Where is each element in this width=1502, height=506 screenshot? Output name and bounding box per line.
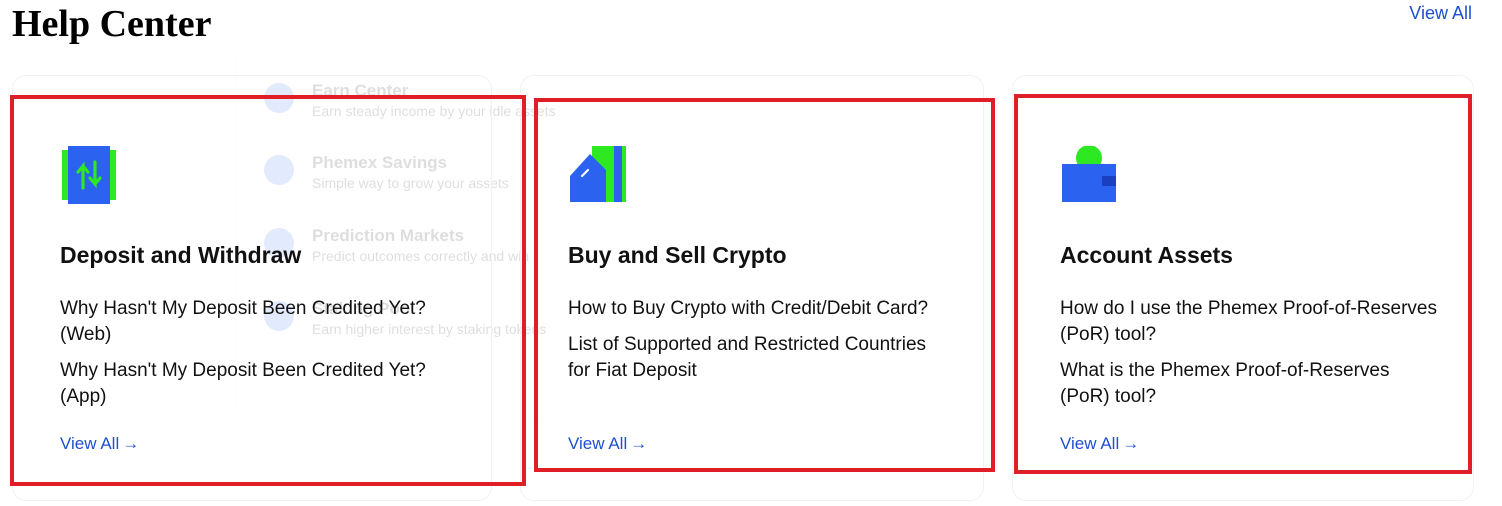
card-view-all-link[interactable]: View All → (568, 434, 647, 454)
card-title: Deposit and Withdraw (60, 242, 302, 268)
card-account-assets: Account Assets How do I use the Phemex P… (1012, 75, 1474, 501)
help-article-link[interactable]: List of Supported and Restricted Countri… (568, 332, 948, 384)
help-article-link[interactable]: How to Buy Crypto with Credit/Debit Card… (568, 296, 948, 322)
arrow-right-icon: → (122, 434, 140, 453)
card-title: Buy and Sell Crypto (568, 242, 787, 268)
card-buy-sell-crypto: Buy and Sell Crypto How to Buy Crypto wi… (520, 75, 984, 501)
help-article-link[interactable]: How do I use the Phemex Proof-of-Reserve… (1060, 296, 1440, 348)
help-article-link[interactable]: Why Hasn't My Deposit Been Credited Yet?… (60, 358, 440, 410)
card-view-all-link[interactable]: View All → (60, 434, 139, 454)
view-all-link[interactable]: View All (1409, 3, 1472, 24)
arrow-right-icon: → (1122, 434, 1140, 453)
view-all-label: View All (1060, 434, 1120, 453)
view-all-label: View All (568, 434, 628, 453)
card-title: Account Assets (1060, 242, 1233, 268)
card-deposit-withdraw: Deposit and Withdraw Why Hasn't My Depos… (12, 75, 492, 501)
arrow-right-icon: → (630, 434, 648, 453)
view-all-label: View All (60, 434, 120, 453)
transfer-arrows-icon (60, 146, 118, 204)
page-title: Help Center (12, 3, 212, 45)
wallet-coin-icon (1060, 145, 1118, 204)
card-view-all-link[interactable]: View All → (1060, 434, 1139, 454)
card-tag-icon (568, 146, 626, 204)
help-article-link[interactable]: What is the Phemex Proof-of-Reserves (Po… (1060, 358, 1440, 410)
help-article-link[interactable]: Why Hasn't My Deposit Been Credited Yet?… (60, 296, 440, 348)
